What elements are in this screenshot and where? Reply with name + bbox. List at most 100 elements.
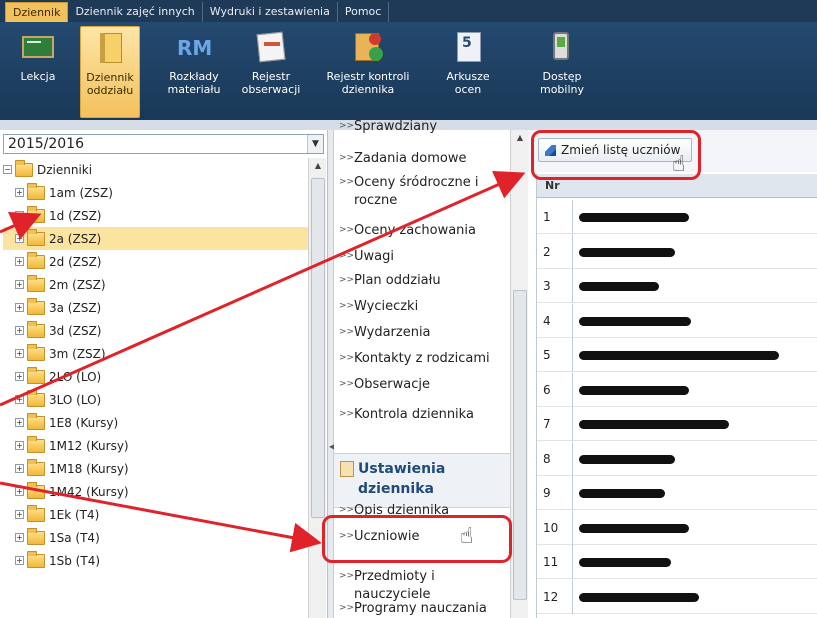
menu-tab-help[interactable]: Pomoc xyxy=(338,2,390,22)
tree-scrollbar[interactable]: ▲ xyxy=(308,158,326,618)
expand-icon[interactable]: + xyxy=(15,188,24,197)
nav-item-label: Uwagi xyxy=(354,249,394,264)
nav-item[interactable]: >> Wycieczki xyxy=(334,298,510,316)
expand-icon[interactable]: + xyxy=(15,464,24,473)
menu-tab-printouts[interactable]: Wydruki i zestawienia xyxy=(203,2,338,22)
row-number: 2 xyxy=(537,234,573,269)
nav-item[interactable]: >> Plan oddziału xyxy=(334,272,510,290)
settings-section-title: Ustawienia dziennika xyxy=(358,461,446,497)
tree-item[interactable]: +2a (ZSZ) xyxy=(3,227,308,250)
tree-item[interactable]: +2d (ZSZ) xyxy=(3,250,308,273)
chevron-right-icon: >> xyxy=(339,505,355,515)
lesson-button[interactable]: Lekcja xyxy=(10,26,66,118)
nav-item[interactable]: >> Programy nauczania xyxy=(334,600,510,618)
expand-icon[interactable]: + xyxy=(15,395,24,404)
expand-icon[interactable]: + xyxy=(15,510,24,519)
change-student-list-button[interactable]: Zmień listę uczniów xyxy=(538,138,692,162)
expand-icon[interactable]: + xyxy=(15,326,24,335)
table-row[interactable]: 4 xyxy=(537,303,817,338)
tree-item[interactable]: +1M12 (Kursy) xyxy=(3,434,308,457)
nav-item[interactable]: >> Wydarzenia xyxy=(334,324,510,342)
expand-icon[interactable]: + xyxy=(15,257,24,266)
mobile-access-button[interactable]: Dostęp mobilny xyxy=(532,26,592,118)
expand-icon[interactable]: + xyxy=(15,372,24,381)
nav-item[interactable]: >> Uwagi xyxy=(334,248,510,266)
tree-item-label: 1Sa (T4) xyxy=(49,530,100,545)
tree-item[interactable]: +1am (ZSZ) xyxy=(3,181,308,204)
nav-item-label: Obserwacje xyxy=(354,377,430,392)
expand-icon[interactable]: + xyxy=(15,234,24,243)
observation-register-button[interactable]: Rejestr obserwacji xyxy=(238,26,304,118)
tree-item[interactable]: +2m (ZSZ) xyxy=(3,273,308,296)
tree-item-label: 1M12 (Kursy) xyxy=(49,438,129,453)
tree-item[interactable]: +1Sb (T4) xyxy=(3,549,308,572)
expand-icon[interactable]: + xyxy=(15,418,24,427)
tree-root[interactable]: − Dzienniki xyxy=(3,158,308,181)
nav-item[interactable]: >> Sprawdziany xyxy=(334,118,510,136)
menu-tab-other-classes[interactable]: Dziennik zajęć innych xyxy=(68,2,203,22)
scrollbar-thumb[interactable] xyxy=(311,178,325,518)
expand-icon[interactable]: + xyxy=(15,211,24,220)
nav-item-label: Programy nauczania xyxy=(354,601,487,616)
table-row[interactable]: 9 xyxy=(537,476,817,510)
tree-item[interactable]: +1E8 (Kursy) xyxy=(3,411,308,434)
scroll-up-icon[interactable]: ▲ xyxy=(511,130,529,146)
table-row[interactable]: 8 xyxy=(537,441,817,476)
nav-item[interactable]: >> Kontakty z rodzicami xyxy=(334,350,510,368)
tree-item[interactable]: +3m (ZSZ) xyxy=(3,342,308,365)
tree-item[interactable]: +1Sa (T4) xyxy=(3,526,308,549)
chevron-down-icon[interactable]: ▼ xyxy=(307,135,323,153)
table-row[interactable]: 5 xyxy=(537,338,817,372)
table-row[interactable]: 7 xyxy=(537,407,817,441)
tree-item-label: 2a (ZSZ) xyxy=(49,231,102,246)
expand-icon[interactable]: + xyxy=(15,349,24,358)
tree-item[interactable]: +1Ek (T4) xyxy=(3,503,308,526)
table-row[interactable]: 2 xyxy=(537,234,817,269)
tree-item[interactable]: +3LO (LO) xyxy=(3,388,308,411)
table-row[interactable]: 3 xyxy=(537,269,817,303)
nav-item-students[interactable]: >> Uczniowie xyxy=(334,528,510,546)
tree-item[interactable]: +3d (ZSZ) xyxy=(3,319,308,342)
tree-item[interactable]: +3a (ZSZ) xyxy=(3,296,308,319)
tree-item[interactable]: +1M42 (Kursy) xyxy=(3,480,308,503)
nav-item[interactable]: >> Przedmioty i nauczyciele xyxy=(334,568,510,604)
nav-item[interactable]: >> Kontrola dziennika xyxy=(334,406,510,424)
nav-scrollbar[interactable]: ▲ xyxy=(510,130,528,618)
journal-control-register-button[interactable]: Rejestr kontroli dziennika xyxy=(318,26,418,118)
students-toolbar: Zmień listę uczniów xyxy=(528,130,817,172)
expand-icon[interactable]: + xyxy=(15,487,24,496)
expand-icon[interactable]: + xyxy=(15,441,24,450)
chevron-right-icon: >> xyxy=(339,275,355,285)
table-row[interactable]: 12 xyxy=(537,579,817,614)
expand-icon[interactable]: + xyxy=(15,556,24,565)
nav-item[interactable]: >> Oceny śródroczne i roczne xyxy=(334,174,510,210)
expand-icon[interactable]: + xyxy=(15,303,24,312)
menu-tab-dziennik[interactable]: Dziennik xyxy=(5,2,69,22)
class-journal-button[interactable]: Dziennik oddziału xyxy=(80,26,140,118)
nav-item[interactable]: >> Oceny zachowania xyxy=(334,222,510,240)
expand-icon[interactable]: + xyxy=(15,533,24,542)
table-row[interactable]: 6 xyxy=(537,372,817,407)
ribbon: Lekcja Dziennik oddziału RM Rozkłady mat… xyxy=(0,22,817,122)
nav-item[interactable]: >> Zadania domowe xyxy=(334,150,510,168)
nav-item-label: Przedmioty i nauczyciele xyxy=(354,569,435,602)
table-row[interactable]: 10 xyxy=(537,510,817,545)
school-year-select[interactable]: 2015/2016 ▼ xyxy=(3,134,324,154)
tree-item[interactable]: +1M18 (Kursy) xyxy=(3,457,308,480)
redacted-student-name xyxy=(579,592,699,602)
scroll-up-icon[interactable]: ▲ xyxy=(309,158,327,174)
grade-sheets-button[interactable]: 5 Arkusze ocen xyxy=(438,26,498,118)
tree-item-label: 3LO (LO) xyxy=(49,392,102,407)
nav-item[interactable]: >> Obserwacje xyxy=(334,376,510,394)
nav-item[interactable]: >> Opis dziennika xyxy=(334,502,510,520)
scrollbar-thumb[interactable] xyxy=(513,290,527,600)
table-row[interactable]: 1 xyxy=(537,200,817,234)
material-plans-button[interactable]: RM Rozkłady materiału xyxy=(164,26,224,118)
expand-icon[interactable]: + xyxy=(15,280,24,289)
tree-item[interactable]: +2LO (LO) xyxy=(3,365,308,388)
nav-item-label: Wydarzenia xyxy=(354,325,431,340)
tree-item[interactable]: +1d (ZSZ) xyxy=(3,204,308,227)
table-row[interactable]: 11 xyxy=(537,545,817,579)
collapse-icon[interactable]: − xyxy=(3,165,12,174)
journal-section-nav: >> Sprawdziany >> Zadania domowe >> Oceny śró… xyxy=(334,119,510,618)
